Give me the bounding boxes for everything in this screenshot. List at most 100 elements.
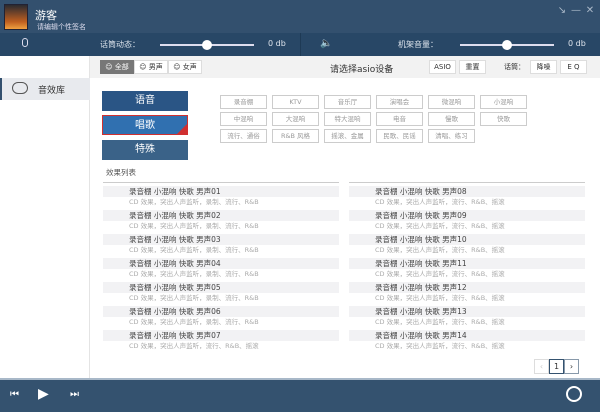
- effect-title: 录音棚 小混响 快歌 男声04: [103, 258, 339, 269]
- tag-button[interactable]: 清唱、练习: [428, 129, 475, 143]
- sidebar-item-label: 音效库: [38, 86, 66, 96]
- mini-mode-icon[interactable]: ↘: [556, 5, 568, 16]
- selected-check-icon: [177, 124, 187, 134]
- tag-button[interactable]: R&B 风格: [272, 129, 319, 143]
- sidebar-item-effects-library[interactable]: 音效库: [0, 78, 90, 100]
- effect-item[interactable]: 录音棚 小混响 快歌 男声10 CD 效果，突出人声监听，流行、R&B、摇滚: [349, 231, 585, 255]
- effect-item[interactable]: 录音棚 小混响 快歌 男声14 CD 效果，突出人声监听，流行、R&B、摇滚: [349, 327, 585, 351]
- filter-all[interactable]: ☺ 全部: [100, 60, 134, 74]
- effect-item[interactable]: 录音棚 小混响 快歌 男声12 CD 效果，突出人声监听，流行、R&B、摇滚: [349, 279, 585, 303]
- mic-label: 话筒动态：: [100, 40, 140, 49]
- tag-button[interactable]: 电音: [376, 112, 423, 126]
- play-icon[interactable]: ▶: [38, 386, 49, 402]
- tag-button[interactable]: 慢歌: [428, 112, 475, 126]
- effect-description: CD 效果，突出人声监听，流行、R&B、摇滚: [375, 318, 505, 326]
- history-icon[interactable]: [566, 386, 582, 402]
- effect-description: CD 效果，突出人声监听，录制、流行、R&B: [129, 222, 259, 230]
- sidebar: 音效库: [0, 56, 90, 378]
- player-bar: ⏮ ▶ ⏭: [0, 378, 600, 412]
- effects-list-left: 录音棚 小混响 快歌 男声01 CD 效果，突出人声监听，录制、流行、R&B 录音棚…: [103, 182, 339, 351]
- effect-title: 录音棚 小混响 快歌 男声01: [103, 186, 339, 197]
- effect-description: CD 效果，突出人声监听，录制、流行、R&B: [129, 198, 259, 206]
- prev-page-button[interactable]: ‹: [534, 359, 549, 374]
- effect-title: 录音棚 小混响 快歌 男声06: [103, 306, 339, 317]
- mic-slider-knob[interactable]: [202, 40, 212, 50]
- denoise-button[interactable]: 降噪: [530, 60, 557, 74]
- tag-button[interactable]: 音乐厅: [324, 95, 371, 109]
- effect-title: 录音棚 小混响 快歌 男声08: [349, 186, 585, 197]
- volume-bar: 话筒动态： 0 db 🔈 机架音量： 0 db: [0, 33, 600, 56]
- effect-item[interactable]: 录音棚 小混响 快歌 男声04 CD 效果，突出人声监听，录制、流行、R&B: [103, 255, 339, 279]
- tag-button[interactable]: 摇滚、金属: [324, 129, 371, 143]
- machine-slider-knob[interactable]: [502, 40, 512, 50]
- filter-male-label: 男声: [148, 63, 163, 71]
- tag-button[interactable]: 演唱会: [376, 95, 423, 109]
- toolbar: ☺ 全部 ☺ 男声 ☺ 女声 请选择asio设备 ASIO 重置 话筒： 降噪 …: [90, 56, 600, 78]
- speaker-icon: 🔈: [320, 38, 333, 49]
- device-prompt: 请选择asio设备: [330, 65, 394, 75]
- category-speech[interactable]: 语音: [102, 91, 188, 111]
- category-singing[interactable]: 唱歌: [102, 115, 188, 135]
- effect-title: 录音棚 小混响 快歌 男声10: [349, 234, 585, 245]
- effect-description: CD 效果，突出人声监听，流行、R&B、摇滚: [375, 222, 505, 230]
- effect-title: 录音棚 小混响 快歌 男声07: [103, 330, 339, 341]
- signature[interactable]: 请编辑个性签名: [37, 22, 86, 32]
- next-icon[interactable]: ⏭: [70, 389, 79, 400]
- effect-description: CD 效果，突出人声监听，流行、R&B、摇滚: [375, 246, 505, 254]
- effect-item[interactable]: 录音棚 小混响 快歌 男声03 CD 效果，突出人声监听，录制、流行、R&B: [103, 231, 339, 255]
- effect-item[interactable]: 录音棚 小混响 快歌 男声06 CD 效果，突出人声监听，录制、流行、R&B: [103, 303, 339, 327]
- effect-item[interactable]: 录音棚 小混响 快歌 男声01 CD 效果，突出人声监听，录制、流行、R&B: [103, 183, 339, 207]
- tag-button[interactable]: 快歌: [480, 112, 527, 126]
- effect-item[interactable]: 录音棚 小混响 快歌 男声07 CD 效果，突出人声监听，流行、R&B、摇滚: [103, 327, 339, 351]
- tag-button[interactable]: 流行、通俗: [220, 129, 267, 143]
- title-bar: 游客 请编辑个性签名 ↘ — ✕: [0, 0, 600, 33]
- effect-item[interactable]: 录音棚 小混响 快歌 男声13 CD 效果，突出人声监听，流行、R&B、摇滚: [349, 303, 585, 327]
- reset-button[interactable]: 重置: [459, 60, 486, 74]
- machine-volume-label: 机架音量：: [398, 40, 438, 49]
- previous-icon[interactable]: ⏮: [10, 389, 19, 400]
- minimize-icon[interactable]: —: [570, 5, 582, 16]
- tag-button[interactable]: 特大混响: [324, 112, 371, 126]
- category-singing-label: 唱歌: [135, 120, 155, 131]
- tag-button[interactable]: 小混响: [480, 95, 527, 109]
- avatar[interactable]: [4, 4, 28, 30]
- divider: [300, 33, 301, 56]
- mic-slider[interactable]: [160, 40, 254, 50]
- tag-button[interactable]: 民歌、民谣: [376, 129, 423, 143]
- effect-title: 录音棚 小混响 快歌 男声02: [103, 210, 339, 221]
- effect-item[interactable]: 录音棚 小混响 快歌 男声11 CD 效果，突出人声监听，流行、R&B、摇滚: [349, 255, 585, 279]
- tag-button[interactable]: KTV: [272, 95, 319, 109]
- effect-description: CD 效果，突出人声监听，流行、R&B、摇滚: [129, 342, 259, 350]
- machine-volume-slider[interactable]: [460, 40, 554, 50]
- effect-description: CD 效果，突出人声监听，录制、流行、R&B: [129, 318, 259, 326]
- page-1-button[interactable]: 1: [549, 359, 564, 374]
- filter-female[interactable]: ☺ 女声: [168, 60, 202, 74]
- effect-description: CD 效果，突出人声监听，录制、流行、R&B: [129, 246, 259, 254]
- close-icon[interactable]: ✕: [584, 5, 596, 16]
- effect-title: 录音棚 小混响 快歌 男声05: [103, 282, 339, 293]
- effects-list-right: 录音棚 小混响 快歌 男声08 CD 效果，突出人声监听，流行、R&B、摇滚 录音棚…: [349, 182, 585, 351]
- tag-button[interactable]: 微混响: [428, 95, 475, 109]
- effect-item[interactable]: 录音棚 小混响 快歌 男声05 CD 效果，突出人声监听，录制、流行、R&B: [103, 279, 339, 303]
- tag-button[interactable]: 中混响: [220, 112, 267, 126]
- effect-title: 录音棚 小混响 快歌 男声13: [349, 306, 585, 317]
- tag-button[interactable]: 录音棚: [220, 95, 267, 109]
- filter-female-label: 女声: [182, 63, 197, 71]
- machine-volume-value: 0 db: [568, 39, 586, 48]
- cloud-mic-icon: [12, 82, 28, 94]
- mic-value: 0 db: [268, 39, 286, 48]
- asio-button[interactable]: ASIO: [429, 60, 456, 74]
- effect-description: CD 效果，突出人声监听，录制、流行、R&B: [129, 270, 259, 278]
- microphone-icon: [22, 38, 28, 47]
- effect-item[interactable]: 录音棚 小混响 快歌 男声09 CD 效果，突出人声监听，流行、R&B、摇滚: [349, 207, 585, 231]
- next-page-button[interactable]: ›: [564, 359, 579, 374]
- tag-button[interactable]: 大混响: [272, 112, 319, 126]
- username: 游客: [35, 9, 57, 22]
- filter-all-label: 全部: [114, 63, 129, 71]
- effect-item[interactable]: 录音棚 小混响 快歌 男声02 CD 效果，突出人声监听，录制、流行、R&B: [103, 207, 339, 231]
- category-special[interactable]: 特殊: [102, 140, 188, 160]
- effect-item[interactable]: 录音棚 小混响 快歌 男声08 CD 效果，突出人声监听，流行、R&B、摇滚: [349, 183, 585, 207]
- effect-title: 录音棚 小混响 快歌 男声14: [349, 330, 585, 341]
- filter-male[interactable]: ☺ 男声: [134, 60, 168, 74]
- eq-button[interactable]: E Q: [560, 60, 587, 74]
